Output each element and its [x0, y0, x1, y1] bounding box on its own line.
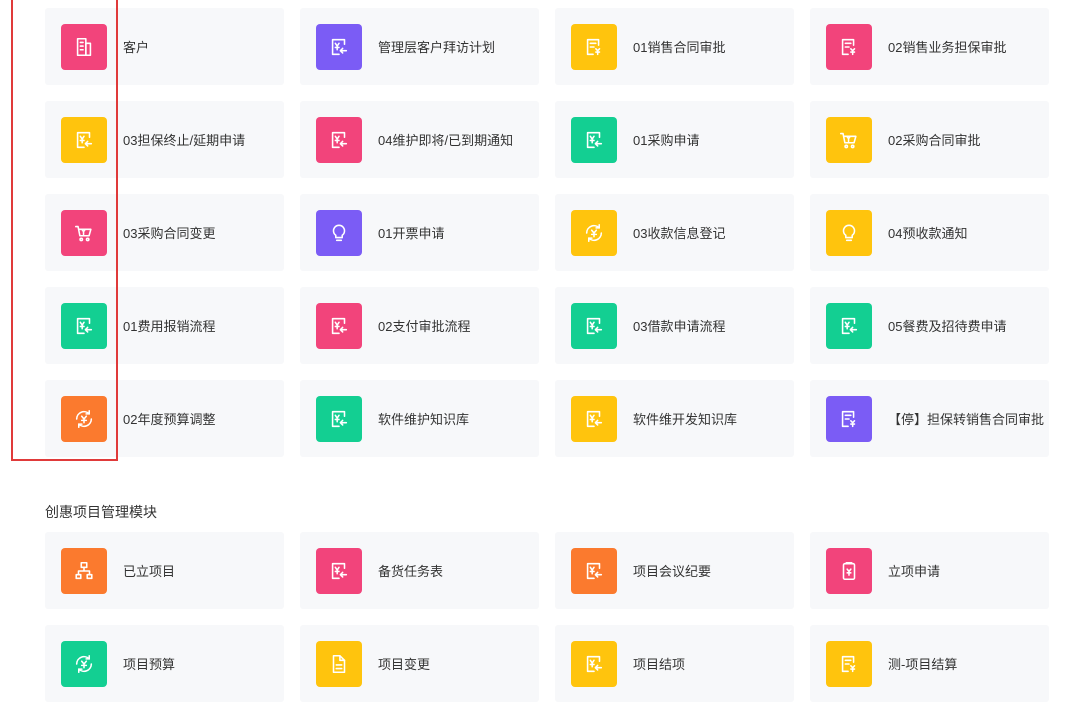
form-doc-icon: [826, 23, 872, 70]
yen-cycle-icon: [571, 209, 617, 256]
app-card-label: 备货任务表: [378, 564, 444, 579]
app-grid-project: 已立项目 备货任务表 项目会议纪要 立项申请项目预算 项目变更 项目结项 测-项目结算: [45, 532, 1049, 718]
app-card[interactable]: 项目会议纪要: [555, 532, 794, 609]
yen-doc-icon: [61, 302, 107, 349]
org-chart-icon: [61, 547, 107, 594]
app-card-label: 04维护即将/已到期通知: [378, 133, 514, 148]
app-card-label: 01费用报销流程: [123, 319, 216, 334]
app-card[interactable]: 软件维护知识库: [300, 380, 539, 457]
app-card[interactable]: 02支付审批流程: [300, 287, 539, 364]
app-card-label: 02年度预算调整: [123, 412, 216, 427]
app-card-label: 软件维护知识库: [378, 412, 470, 427]
app-row: 客户 管理层客户拜访计划 01销售合同审批 02销售业务担保审批: [45, 8, 1049, 85]
app-card-label: 02支付审批流程: [378, 319, 471, 334]
app-card-label: 项目结项: [633, 657, 686, 672]
app-card[interactable]: 02采购合同审批: [810, 101, 1049, 178]
yen-cycle-icon: [61, 395, 107, 442]
app-card[interactable]: 已立项目: [45, 532, 284, 609]
app-card-label: 01开票申请: [378, 226, 445, 241]
app-card[interactable]: 立项申请: [810, 532, 1049, 609]
app-card[interactable]: 04预收款通知: [810, 194, 1049, 271]
app-row: 项目预算 项目变更 项目结项 测-项目结算: [45, 625, 1049, 702]
app-card[interactable]: 测-项目结算: [810, 625, 1049, 702]
app-card[interactable]: 01开票申请: [300, 194, 539, 271]
yen-doc-icon: [571, 302, 617, 349]
app-card-label: 01销售合同审批: [633, 40, 726, 55]
app-card[interactable]: 客户: [45, 8, 284, 85]
app-row: 02年度预算调整 软件维护知识库 软件维开发知识库 【停】担保转销售合同审批: [45, 380, 1049, 457]
yen-doc-icon: [571, 116, 617, 163]
app-card[interactable]: 管理层客户拜访计划: [300, 8, 539, 85]
app-card-label: 01采购申请: [633, 133, 700, 148]
yen-doc-icon: [316, 547, 362, 594]
yen-cycle-icon: [61, 640, 107, 687]
yen-doc-icon: [316, 302, 362, 349]
app-card[interactable]: 01销售合同审批: [555, 8, 794, 85]
app-row: 03采购合同变更 01开票申请 03收款信息登记 04预收款通知: [45, 194, 1049, 271]
app-card-label: 03采购合同变更: [123, 226, 216, 241]
file-icon: [316, 640, 362, 687]
app-card-label: 02采购合同审批: [888, 133, 981, 148]
app-card-label: 客户: [123, 40, 150, 55]
section-title: 创惠项目管理模块: [45, 504, 157, 520]
app-card-label: 03收款信息登记: [633, 226, 726, 241]
app-card-label: 项目会议纪要: [633, 564, 712, 579]
app-card[interactable]: 项目变更: [300, 625, 539, 702]
app-card[interactable]: 项目预算: [45, 625, 284, 702]
app-card-label: 03借款申请流程: [633, 319, 726, 334]
yen-doc-icon: [316, 116, 362, 163]
form-doc-icon: [571, 23, 617, 70]
app-card-label: 05餐费及招待费申请: [888, 319, 1007, 334]
app-card[interactable]: 项目结项: [555, 625, 794, 702]
yen-doc-icon: [61, 116, 107, 163]
app-card-label: 项目预算: [123, 657, 176, 672]
app-card[interactable]: 03担保终止/延期申请: [45, 101, 284, 178]
app-card[interactable]: 02销售业务担保审批: [810, 8, 1049, 85]
app-card-label: 04预收款通知: [888, 226, 968, 241]
app-card[interactable]: 01费用报销流程: [45, 287, 284, 364]
bulb-icon: [826, 209, 872, 256]
app-card[interactable]: 04维护即将/已到期通知: [300, 101, 539, 178]
app-card[interactable]: 03收款信息登记: [555, 194, 794, 271]
app-row: 01费用报销流程 02支付审批流程 03借款申请流程 05餐费及招待费申请: [45, 287, 1049, 364]
cart-icon: [826, 116, 872, 163]
bulb-icon: [316, 209, 362, 256]
app-card-label: 03担保终止/延期申请: [123, 133, 246, 148]
building-icon: [61, 23, 107, 70]
app-card[interactable]: 01采购申请: [555, 101, 794, 178]
app-row: 03担保终止/延期申请 04维护即将/已到期通知 01采购申请 02采购合同审批: [45, 101, 1049, 178]
yen-doc-icon: [571, 547, 617, 594]
app-row: 已立项目 备货任务表 项目会议纪要 立项申请: [45, 532, 1049, 609]
form-doc-icon: [826, 395, 872, 442]
app-card-label: 软件维开发知识库: [633, 412, 738, 427]
app-card[interactable]: 02年度预算调整: [45, 380, 284, 457]
app-card[interactable]: 软件维开发知识库: [555, 380, 794, 457]
app-card[interactable]: 备货任务表: [300, 532, 539, 609]
app-grid-finance: 客户 管理层客户拜访计划 01销售合同审批 02销售业务担保审批 03担保终止/延期申请…: [45, 8, 1049, 473]
app-card[interactable]: 03借款申请流程: [555, 287, 794, 364]
yen-doc-icon: [316, 395, 362, 442]
app-card[interactable]: 05餐费及招待费申请: [810, 287, 1049, 364]
cart-icon: [61, 209, 107, 256]
app-card-label: 测-项目结算: [888, 657, 958, 672]
app-card-label: 立项申请: [888, 564, 941, 579]
app-card[interactable]: 【停】担保转销售合同审批: [810, 380, 1049, 457]
form-doc-icon: [826, 640, 872, 687]
yen-doc-icon: [571, 640, 617, 687]
app-card-label: 【停】担保转销售合同审批: [888, 412, 1045, 427]
clipboard-icon: [826, 547, 872, 594]
yen-doc-icon: [571, 395, 617, 442]
app-card-label: 已立项目: [123, 564, 176, 579]
app-card-label: 管理层客户拜访计划: [378, 40, 496, 55]
app-card[interactable]: 03采购合同变更: [45, 194, 284, 271]
app-card-label: 02销售业务担保审批: [888, 40, 1007, 55]
yen-doc-icon: [316, 23, 362, 70]
app-card-label: 项目变更: [378, 657, 431, 672]
yen-doc-icon: [826, 302, 872, 349]
